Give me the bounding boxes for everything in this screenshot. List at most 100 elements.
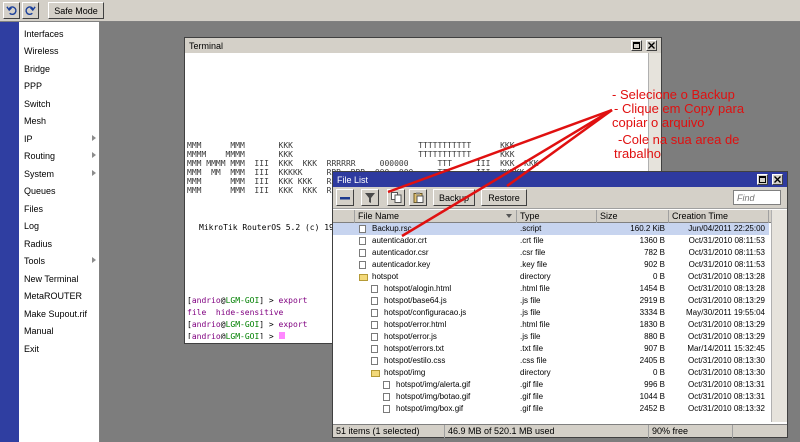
cell-type: directory (520, 368, 551, 377)
file-icon (371, 309, 378, 317)
table-row[interactable]: hotspot/error.html .html file 1830 B Oct/31… (333, 319, 769, 331)
sidebar-item-mesh[interactable]: Mesh (19, 112, 100, 129)
sidebar-item-interfaces[interactable]: Interfaces (19, 25, 100, 42)
table-row[interactable]: autenticador.crt .crt file 1360 B Oct/31/20… (333, 235, 769, 247)
top-toolbar: Safe Mode (0, 0, 800, 22)
cell-size: 1454 B (639, 284, 665, 293)
cell-created: Mar/14/2011 15:32:45 (687, 344, 765, 353)
sidebar-item-switch[interactable]: Switch (19, 95, 100, 112)
sidebar-item-ppp[interactable]: PPP (19, 77, 100, 94)
cell-size: 782 B (644, 248, 665, 257)
file-list-status-bar: 51 items (1 selected) 46.9 MB of 520.1 M… (333, 424, 787, 438)
sidebar-item-files[interactable]: Files (19, 200, 100, 217)
maximize-button[interactable] (631, 40, 642, 51)
redo-icon (25, 6, 36, 15)
command-text: export (278, 320, 308, 329)
table-row[interactable]: hotspot/configuracao.js .js file 3334 B May… (333, 307, 769, 319)
sidebar-item-system[interactable]: System (19, 165, 100, 182)
sidebar-item-radius[interactable]: Radius (19, 235, 100, 252)
cell-created: Oct/31/2010 08:11:53 (688, 260, 765, 269)
column-header-type[interactable]: Type (517, 210, 597, 223)
cell-created: Oct/31/2010 08:13:31 (688, 380, 765, 389)
file-list-title-bar[interactable]: File List (333, 172, 787, 187)
sidebar-item-new-terminal[interactable]: New Terminal (19, 270, 100, 287)
file-icon (371, 357, 378, 365)
sidebar-item-manual[interactable]: Manual (19, 322, 100, 339)
redo-button[interactable] (22, 2, 39, 19)
table-row[interactable]: autenticador.key .key file 902 B Oct/31/201… (333, 259, 769, 271)
column-header-size[interactable]: Size (597, 210, 669, 223)
sidebar-item-label: Make Supout.rif (24, 308, 88, 319)
cell-type: .html file (520, 284, 550, 293)
command-text: export (278, 296, 308, 305)
table-row[interactable]: hotspot/error.js .js file 880 B Oct/31/2010… (333, 331, 769, 343)
table-row[interactable]: hotspot/estilo.css .css file 2405 B Oct/31/… (333, 355, 769, 367)
table-row[interactable]: hotspot directory 0 B Oct/31/2010 08:13:28 (333, 271, 769, 283)
cell-created: May/30/2011 19:55:04 (685, 308, 765, 317)
sidebar-item-label: PPP (24, 80, 43, 91)
table-row[interactable]: hotspot/img/alerta.gif .gif file 996 B Oct/… (333, 379, 769, 391)
terminal-title-bar[interactable]: Terminal (185, 38, 661, 53)
cell-name: hotspot/img (384, 368, 426, 377)
sidebar-item-label: Radius (24, 238, 53, 249)
sidebar-item-bridge[interactable]: Bridge (19, 60, 100, 77)
sidebar-item-wireless[interactable]: Wireless (19, 42, 100, 59)
safe-mode-button[interactable]: Safe Mode (48, 2, 104, 19)
table-row[interactable]: hotspot/errors.txt .txt file 907 B Mar/14/2… (333, 343, 769, 355)
sidebar-item-exit[interactable]: Exit (19, 340, 100, 357)
cell-type: .gif file (520, 392, 544, 401)
sidebar-item-ip[interactable]: IP (19, 130, 100, 147)
table-row[interactable]: hotspot/base64.js .js file 2919 B Oct/31/20… (333, 295, 769, 307)
submenu-arrow-icon (92, 135, 96, 141)
sidebar-item-label: Exit (24, 343, 40, 354)
table-row[interactable]: hotspot/alogin.html .html file 1454 B Oct/3… (333, 283, 769, 295)
find-input[interactable] (733, 190, 781, 205)
close-button[interactable] (646, 40, 657, 51)
remove-button[interactable] (336, 189, 354, 206)
sidebar-item-make-supout[interactable]: Make Supout.rif (19, 305, 100, 322)
sidebar-item-label: New Terminal (24, 273, 79, 284)
cell-size: 880 B (644, 332, 665, 341)
backup-button[interactable]: Backup (433, 189, 475, 206)
cell-size: 160.2 KiB (630, 224, 665, 233)
sidebar-item-log[interactable]: Log (19, 217, 100, 234)
cell-created: Oct/31/2010 08:13:30 (688, 368, 765, 377)
file-icon (371, 345, 378, 353)
copy-button[interactable] (387, 189, 405, 206)
maximize-button[interactable] (757, 174, 768, 185)
cell-size: 3334 B (639, 308, 665, 317)
maximize-icon (759, 176, 766, 183)
restore-button[interactable]: Restore (481, 189, 527, 206)
cell-created: Oct/31/2010 08:13:30 (688, 356, 765, 365)
sidebar-item-metarouter[interactable]: MetaROUTER (19, 287, 100, 304)
file-list-scrollbar[interactable] (771, 210, 787, 422)
close-button[interactable] (772, 174, 783, 185)
banner-line: MMM MMMM MMM III KKK KKK RRRRRR 000000 T… (187, 159, 539, 168)
sidebar-item-routing[interactable]: Routing (19, 147, 100, 164)
filter-button[interactable] (361, 189, 379, 206)
copy-icon (390, 192, 401, 203)
cell-type: .js file (520, 296, 541, 305)
prompt-host: LGM-GOI (225, 332, 260, 339)
banner-line: MMMM MMMM KKK TTTTTTTTTTT KKK (187, 150, 515, 159)
cell-created: Oct/31/2010 08:13:29 (688, 320, 765, 329)
table-row[interactable]: hotspot/img/box.gif .gif file 2452 B Oct/31… (333, 403, 769, 415)
table-row[interactable]: autenticador.csr .csr file 782 B Oct/31/201… (333, 247, 769, 259)
cell-name: hotspot/error.html (384, 320, 447, 329)
column-header-creation-time[interactable]: Creation Time (669, 210, 769, 223)
column-header-file-name[interactable]: File Name (355, 210, 517, 223)
paste-button[interactable] (409, 189, 427, 206)
sidebar-item-tools[interactable]: Tools (19, 252, 100, 269)
sidebar-item-label: Routing (24, 150, 56, 161)
sidebar-item-label: Wireless (24, 45, 59, 56)
sidebar-item-queues[interactable]: Queues (19, 182, 100, 199)
annotation-line: - Selecione o Backup (612, 87, 735, 102)
table-row[interactable]: hotspot/img directory 0 B Oct/31/2010 08:13… (333, 367, 769, 379)
file-list-window: File List Backup Restore File Name Type … (332, 171, 788, 438)
file-icon (383, 393, 390, 401)
cell-size: 907 B (644, 344, 665, 353)
table-row[interactable]: Backup.rsc .script 160.2 KiB Jun/04/2011 22… (333, 223, 769, 235)
table-row[interactable]: hotspot/img/botao.gif .gif file 1044 B Oct/… (333, 391, 769, 403)
undo-button[interactable] (3, 2, 20, 19)
file-icon (383, 405, 390, 413)
